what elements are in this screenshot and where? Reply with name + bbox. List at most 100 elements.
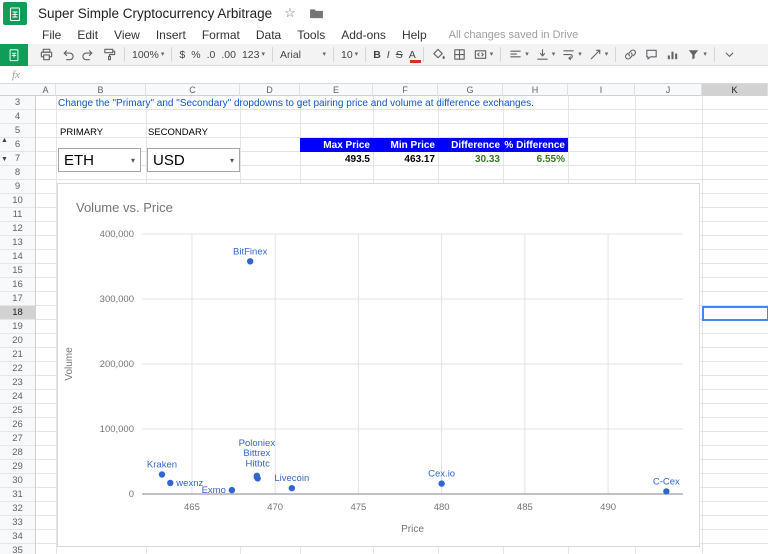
horizontal-align-button[interactable]: ▾ xyxy=(505,45,532,65)
borders-button[interactable] xyxy=(449,45,470,65)
row-header-9[interactable]: 9 xyxy=(0,180,35,194)
menu-help[interactable]: Help xyxy=(394,28,435,42)
document-title[interactable]: Super Simple Cryptocurrency Arbitrage xyxy=(38,6,272,21)
row-header-10[interactable]: 10 xyxy=(0,194,35,208)
row-header-31[interactable]: 31 xyxy=(0,488,35,502)
sheet-area[interactable]: Change the "Primary" and "Secondary" dro… xyxy=(36,96,768,554)
decrease-decimal-button[interactable]: .0 xyxy=(204,45,219,65)
format-percent-button[interactable]: % xyxy=(188,45,203,65)
formula-bar[interactable]: fx xyxy=(0,66,768,84)
sheets-logo-toolbar[interactable] xyxy=(0,44,28,66)
stats-header-cell[interactable]: Difference xyxy=(438,138,503,152)
insert-comment-button[interactable] xyxy=(641,45,662,65)
strikethrough-button[interactable]: S xyxy=(393,45,406,65)
stats-value-cell[interactable]: 30.33 xyxy=(438,152,503,166)
row-header-30[interactable]: 30 xyxy=(0,474,35,488)
italic-button[interactable]: I xyxy=(384,45,393,65)
increase-decimal-button[interactable]: .00 xyxy=(218,45,239,65)
insert-link-button[interactable] xyxy=(620,45,641,65)
fill-color-button[interactable] xyxy=(428,45,449,65)
column-header-E[interactable]: E xyxy=(300,84,373,96)
redo-button[interactable] xyxy=(78,45,99,65)
print-button[interactable] xyxy=(36,45,57,65)
column-header-B[interactable]: B xyxy=(56,84,146,96)
font-size-button[interactable]: 10▾ xyxy=(338,45,361,65)
undo-button[interactable] xyxy=(57,45,78,65)
row-header-33[interactable]: 33 xyxy=(0,516,35,530)
row-header-11[interactable]: 11 xyxy=(0,208,35,222)
primary-dropdown[interactable]: ETH ▾ xyxy=(58,148,141,172)
more-formats-button[interactable]: 123▾ xyxy=(239,45,268,65)
row-header-21[interactable]: 21 xyxy=(0,348,35,362)
row-header-20[interactable]: 20 xyxy=(0,334,35,348)
row-header-24[interactable]: 24 xyxy=(0,390,35,404)
sheets-logo[interactable] xyxy=(3,2,27,25)
row-header-13[interactable]: 13 xyxy=(0,236,35,250)
paint-format-button[interactable] xyxy=(99,45,120,65)
menu-edit[interactable]: Edit xyxy=(69,28,106,42)
insert-chart-button[interactable] xyxy=(662,45,683,65)
point-label: Exmo xyxy=(202,485,226,496)
row-header-35[interactable]: 35 xyxy=(0,544,35,554)
row-header-26[interactable]: 26 xyxy=(0,418,35,432)
menu-tools[interactable]: Tools xyxy=(289,28,333,42)
text-color-button[interactable]: A xyxy=(406,45,419,65)
column-header-D[interactable]: D xyxy=(240,84,300,96)
menu-format[interactable]: Format xyxy=(194,28,248,42)
stats-value-cell[interactable]: 493.5 xyxy=(300,152,373,166)
row-header-23[interactable]: 23 xyxy=(0,376,35,390)
column-header-K[interactable]: K xyxy=(702,84,768,96)
font-family-button[interactable]: Arial▾ xyxy=(277,45,329,65)
secondary-dropdown[interactable]: USD ▾ xyxy=(147,148,240,172)
text-rotation-button[interactable]: ▾ xyxy=(585,45,612,65)
row-header-18[interactable]: 18 xyxy=(0,306,35,320)
menu-add-ons[interactable]: Add-ons xyxy=(333,28,394,42)
column-header-C[interactable]: C xyxy=(146,84,240,96)
row-header-22[interactable]: 22 xyxy=(0,362,35,376)
stats-header-cell[interactable]: % Difference xyxy=(503,138,568,152)
text-wrap-button[interactable]: ▾ xyxy=(558,45,585,65)
row-group-collapse-up-icon[interactable]: ▲ xyxy=(1,137,8,144)
row-header-5[interactable]: 5 xyxy=(0,124,35,138)
star-icon[interactable]: ☆ xyxy=(284,5,296,21)
column-header-F[interactable]: F xyxy=(373,84,438,96)
more-button[interactable] xyxy=(719,45,740,65)
row-header-27[interactable]: 27 xyxy=(0,432,35,446)
menu-data[interactable]: Data xyxy=(248,28,289,42)
stats-value-cell[interactable]: 463.17 xyxy=(373,152,438,166)
vertical-align-button[interactable]: ▾ xyxy=(532,45,559,65)
row-header-16[interactable]: 16 xyxy=(0,278,35,292)
row-header-8[interactable]: 8 xyxy=(0,166,35,180)
stats-header-cell[interactable]: Max Price xyxy=(300,138,373,152)
row-header-14[interactable]: 14 xyxy=(0,250,35,264)
row-header-28[interactable]: 28 xyxy=(0,446,35,460)
folder-icon[interactable] xyxy=(309,8,324,19)
row-header-25[interactable]: 25 xyxy=(0,404,35,418)
row-header-12[interactable]: 12 xyxy=(0,222,35,236)
column-header-J[interactable]: J xyxy=(635,84,702,96)
filter-button[interactable]: ▾ xyxy=(683,45,710,65)
row-header-4[interactable]: 4 xyxy=(0,110,35,124)
row-group-collapse-down-icon[interactable]: ▼ xyxy=(1,156,8,163)
column-header-G[interactable]: G xyxy=(438,84,503,96)
bold-button[interactable]: B xyxy=(370,45,384,65)
row-header-29[interactable]: 29 xyxy=(0,460,35,474)
row-header-32[interactable]: 32 xyxy=(0,502,35,516)
column-header-A[interactable]: A xyxy=(36,84,56,96)
row-header-19[interactable]: 19 xyxy=(0,320,35,334)
row-header-3[interactable]: 3 xyxy=(0,96,35,110)
embedded-chart[interactable]: 4654704754804854900100,000200,000300,000… xyxy=(57,183,700,547)
column-header-I[interactable]: I xyxy=(568,84,635,96)
column-header-H[interactable]: H xyxy=(503,84,568,96)
zoom-button[interactable]: 100%▾ xyxy=(129,45,167,65)
menu-insert[interactable]: Insert xyxy=(148,28,194,42)
menu-view[interactable]: View xyxy=(106,28,148,42)
row-header-15[interactable]: 15 xyxy=(0,264,35,278)
stats-header-cell[interactable]: Min Price xyxy=(373,138,438,152)
stats-value-cell[interactable]: 6.55% xyxy=(503,152,568,166)
merge-cells-button[interactable]: ▾ xyxy=(470,45,497,65)
format-currency-button[interactable]: $ xyxy=(176,45,188,65)
row-header-34[interactable]: 34 xyxy=(0,530,35,544)
menu-file[interactable]: File xyxy=(34,28,69,42)
row-header-17[interactable]: 17 xyxy=(0,292,35,306)
